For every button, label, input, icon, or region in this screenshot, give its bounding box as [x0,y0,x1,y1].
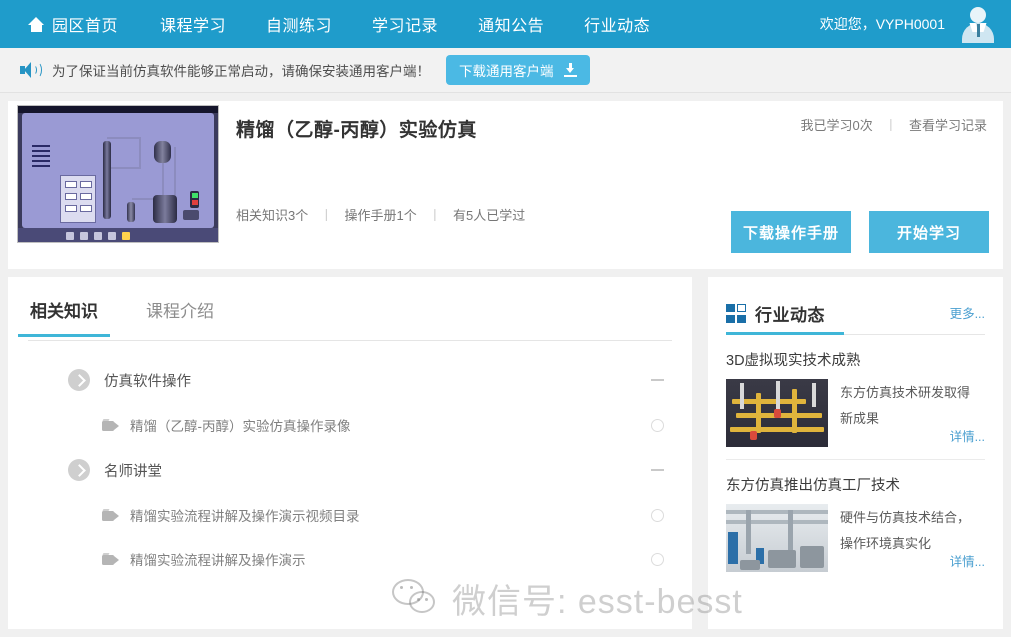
notice-text: 为了保证当前仿真软件能够正常启动，请确保安装通用客户端！ [52,64,430,79]
course-content-panel: 相关知识 课程介绍 仿真软件操作 精馏（乙醇-丙醇）实验仿真操作录像 名师讲堂 [8,277,692,629]
study-info: 我已学习0次 丨 查看学习记录 [800,115,987,134]
news-title: 东方仿真推出仿真工厂技术 [726,478,900,494]
industry-news-header: 行业动态 更多... [726,293,985,335]
nav-records-label: 学习记录 [372,18,439,35]
speaker-icon [20,61,42,79]
tab-course-intro[interactable]: 课程介绍 [144,291,216,336]
tree-item-label: 精馏实验流程讲解及操作演示视频目录 [130,509,360,524]
view-study-record-link[interactable]: 查看学习记录 [909,118,987,133]
nav-records[interactable]: 学习记录 [372,12,438,36]
news-desc-line-1: 硬件与仿真技术结合， [840,510,971,525]
minus-icon[interactable] [651,469,664,471]
top-navigation-bar: 园区首页 课程学习 自测练习 学习记录 通知公告 行业动态 欢迎您，VYPH00… [0,0,1011,48]
tree-item-row[interactable]: 精馏实验流程讲解及操作演示 [8,537,692,581]
meta-learners: 有5人已学过 [453,208,526,223]
nav-home-label: 园区首页 [52,18,119,35]
news-item[interactable]: 3D虚拟现实技术成熟 东方仿真技术研发取得 新成果 详情... [726,349,985,447]
download-client-label: 下载通用客户端 [459,64,554,79]
video-icon [102,419,119,431]
meta-sep-2: 丨 [428,208,442,223]
news-thumbnail-factory-interior[interactable] [726,504,828,572]
news-thumbnail-industrial-plant[interactable] [726,379,828,447]
video-icon [102,509,119,521]
news-item[interactable]: 东方仿真推出仿真工厂技术 硬件与仿真技术结合， 操作环境真实化 详情... [726,474,985,572]
news-divider [726,459,985,460]
start-study-button[interactable]: 开始学习 [869,211,989,253]
tree-item-label: 精馏（乙醇-丙醇）实验仿真操作录像 [130,419,351,434]
nav-notices[interactable]: 通知公告 [478,12,544,36]
news-detail-link[interactable]: 详情... [950,426,985,445]
page-root: 园区首页 课程学习 自测练习 学习记录 通知公告 行业动态 欢迎您，VYPH00… [0,0,1011,637]
tab-related-knowledge[interactable]: 相关知识 [18,291,110,337]
more-news-link[interactable]: 更多... [950,303,985,322]
nav-home[interactable]: 园区首页 [28,12,118,36]
tree-group-row[interactable]: 仿真软件操作 [8,357,692,403]
minus-icon[interactable] [651,379,664,381]
welcome-text: 欢迎您，VYPH0001 [819,16,945,32]
nav-selftest-label: 自测练习 [266,18,333,35]
video-icon [102,553,119,565]
nav-industry-label: 行业动态 [584,18,651,35]
news-desc-line-1: 东方仿真技术研发取得 [840,385,971,400]
news-body: 硬件与仿真技术结合， 操作环境真实化 [726,504,985,572]
tree-group-label: 名师讲堂 [104,463,162,480]
circle-marker-icon[interactable] [651,508,664,522]
course-title: 精馏（乙醇-丙醇）实验仿真 [236,120,477,141]
meta-manual: 操作手册1个 [344,208,417,223]
chevron-right-icon[interactable] [68,459,90,481]
knowledge-tree: 仿真软件操作 精馏（乙醇-丙醇）实验仿真操作录像 名师讲堂 精馏实验流程讲解及操… [8,357,692,581]
tree-item-label: 精馏实验流程讲解及操作演示 [130,553,306,568]
course-header-card: 精馏（乙醇-丙醇）实验仿真 我已学习0次 丨 查看学习记录 相关知识3个 丨 操… [8,101,1003,269]
grid-squares-icon [726,303,746,324]
chevron-right-icon[interactable] [68,369,90,391]
course-meta: 相关知识3个 丨 操作手册1个 丨 有5人已学过 [236,205,525,224]
user-avatar-icon[interactable] [959,5,997,43]
notice-bar: 为了保证当前仿真软件能够正常启动，请确保安装通用客户端！ 下载通用客户端 [0,48,1011,93]
news-detail-link[interactable]: 详情... [950,551,985,570]
industry-news-title: 行业动态 [755,306,825,325]
download-client-button[interactable]: 下载通用客户端 [446,55,590,85]
nav-industry[interactable]: 行业动态 [584,12,650,36]
course-thumbnail[interactable] [17,105,219,243]
nav-notices-label: 通知公告 [478,18,545,35]
nav-items: 园区首页 课程学习 自测练习 学习记录 通知公告 行业动态 [28,12,690,36]
tree-item-row[interactable]: 精馏实验流程讲解及操作演示视频目录 [8,493,692,537]
tree-group-row[interactable]: 名师讲堂 [8,447,692,493]
industry-news-panel: 行业动态 更多... 3D虚拟现实技术成熟 东方仿真技术研发取得 新成果 详情.… [708,277,1003,629]
meta-sep-1: 丨 [319,208,333,223]
home-icon [28,16,45,32]
download-manual-button[interactable]: 下载操作手册 [731,211,851,253]
course-action-buttons: 下载操作手册 开始学习 [731,211,989,253]
nav-user-area: 欢迎您，VYPH0001 [820,0,997,48]
download-icon [563,63,577,77]
nav-selftest[interactable]: 自测练习 [266,12,332,36]
tree-group-label: 仿真软件操作 [104,373,191,390]
study-count: 我已学习0次 [800,118,873,133]
meta-knowledge: 相关知识3个 [236,208,309,223]
content-tabs: 相关知识 课程介绍 [18,291,672,341]
circle-marker-icon[interactable] [651,552,664,566]
news-title: 3D虚拟现实技术成熟 [726,353,861,369]
news-body: 东方仿真技术研发取得 新成果 [726,379,985,447]
nav-courses-label: 课程学习 [160,18,227,35]
study-separator: 丨 [884,118,898,133]
circle-marker-icon[interactable] [651,418,664,432]
nav-courses[interactable]: 课程学习 [160,12,226,36]
tree-item-row[interactable]: 精馏（乙醇-丙醇）实验仿真操作录像 [8,403,692,447]
